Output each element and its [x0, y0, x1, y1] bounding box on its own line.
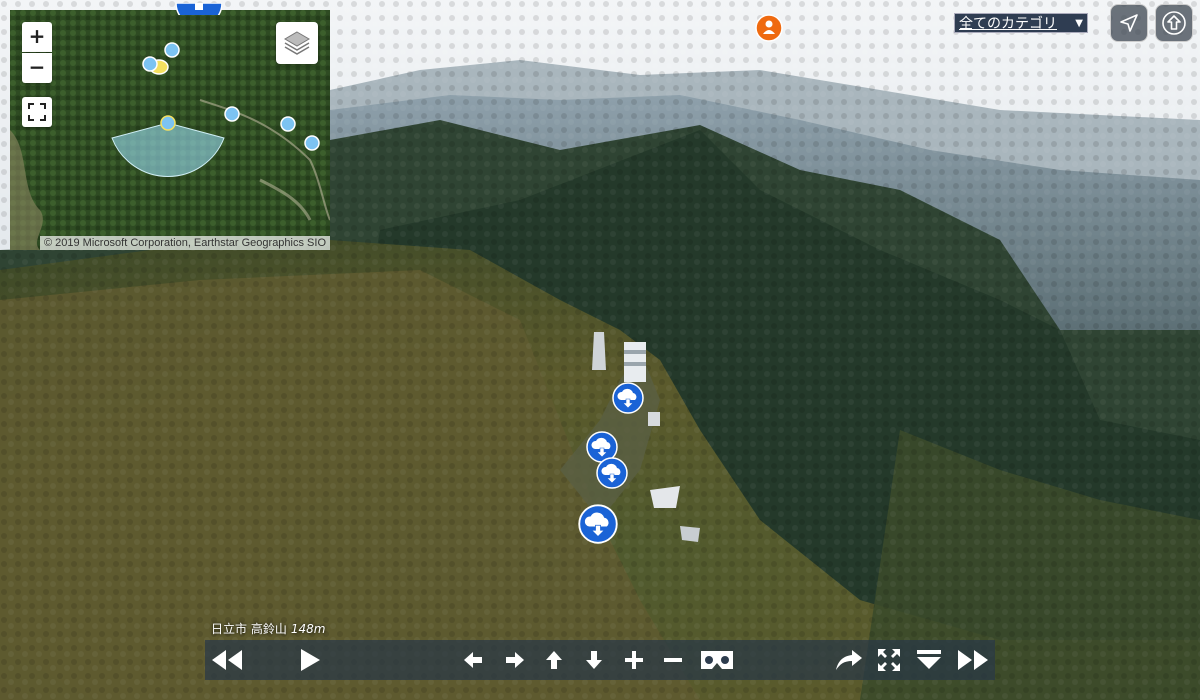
map-fullscreen-button[interactable] [22, 97, 52, 127]
top-hotspot-marker[interactable] [175, 0, 223, 27]
vr-goggles-icon [701, 651, 733, 669]
playback-toolbar [205, 640, 995, 680]
arrow-left-icon [464, 652, 482, 668]
pan-left-button[interactable] [460, 645, 486, 675]
fast-forward-icon [958, 650, 988, 670]
play-icon [301, 649, 320, 671]
vr-mode-button[interactable] [695, 645, 739, 675]
zoom-out-icon [664, 658, 682, 662]
minimap[interactable]: + − © 2019 Microsoft Corporation, Earths… [10, 10, 330, 250]
rewind-button[interactable] [209, 645, 245, 675]
cloud-download-icon [596, 457, 628, 489]
location-elevation: 148m [290, 622, 326, 636]
hotspot-download-4[interactable] [578, 504, 618, 548]
cloud-download-icon [612, 382, 644, 414]
pan-down-button[interactable] [581, 645, 607, 675]
pan-up-button[interactable] [541, 645, 567, 675]
menu-toggle-button[interactable] [915, 645, 943, 675]
zoom-in-icon [625, 651, 643, 669]
share-button[interactable] [833, 645, 865, 675]
location-label: 日立市 高鈴山 148m [211, 620, 325, 637]
location-name: 日立市 高鈴山 [211, 622, 287, 636]
fullscreen-icon [28, 103, 46, 121]
arrow-up-circle-icon [1162, 11, 1186, 35]
home-button[interactable] [1155, 4, 1193, 42]
hotspot-download-1[interactable] [612, 382, 644, 418]
arrow-down-icon [586, 651, 602, 669]
category-select-label: 全てのカテゴリ [959, 16, 1057, 32]
cloud-download-icon [578, 504, 618, 544]
dropdown-arrow-icon: ▼ [1075, 18, 1083, 29]
zoom-in-view-button[interactable] [621, 645, 647, 675]
category-select[interactable]: 全てのカテゴリ ▼ [954, 13, 1088, 33]
zoom-out-button[interactable]: − [22, 53, 52, 83]
play-button[interactable] [295, 645, 325, 675]
fullscreen-icon [878, 649, 900, 671]
hotspot-download-3[interactable] [596, 457, 628, 493]
layers-icon [284, 31, 310, 55]
arrow-up-icon [546, 651, 562, 669]
navigation-arrow-icon [1120, 14, 1138, 32]
zoom-in-button[interactable]: + [22, 22, 52, 52]
map-layers-button[interactable] [276, 22, 318, 64]
hotspot-partial-icon [175, 2, 223, 27]
navigation-button[interactable] [1110, 4, 1148, 42]
zoom-out-view-button[interactable] [660, 645, 686, 675]
current-location-marker[interactable] [755, 14, 783, 42]
menu-down-icon [917, 650, 941, 669]
pan-right-button[interactable] [502, 645, 528, 675]
fast-forward-button[interactable] [955, 645, 991, 675]
arrow-right-icon [506, 652, 524, 668]
rewind-icon [212, 650, 242, 670]
share-icon [836, 650, 862, 670]
person-icon [755, 14, 783, 42]
fullscreen-button[interactable] [875, 645, 903, 675]
map-attribution: © 2019 Microsoft Corporation, Earthstar … [39, 236, 330, 250]
